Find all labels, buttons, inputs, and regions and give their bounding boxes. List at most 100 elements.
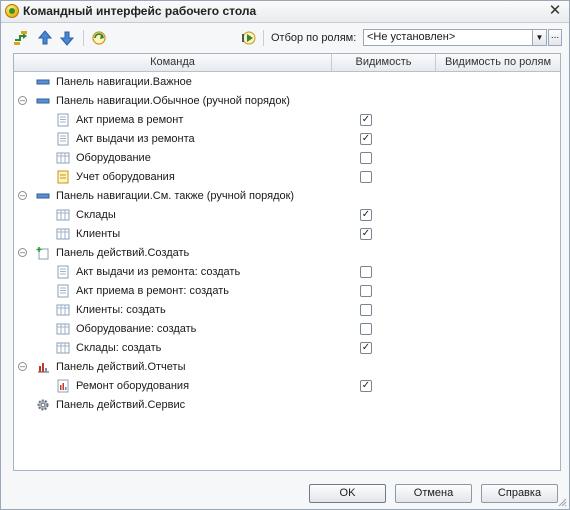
resize-grip-icon[interactable]	[557, 497, 567, 507]
arrow-down-icon	[59, 31, 75, 46]
row-label: Ремонт оборудования	[76, 380, 190, 392]
nav-panel-icon	[36, 94, 50, 108]
run-button[interactable]	[239, 28, 259, 48]
tree-group-row[interactable]: Панель действий.Сервис	[14, 396, 560, 415]
document-icon	[56, 132, 70, 146]
collapse-toggle-icon[interactable]: –	[18, 248, 27, 257]
tree-item-row[interactable]: Акт выдачи из ремонта: создать	[14, 263, 560, 282]
move-down-button[interactable]	[57, 28, 77, 48]
row-label: Панель навигации.Важное	[56, 76, 192, 88]
row-label: Оборудование	[76, 152, 151, 164]
cancel-button[interactable]: Отмена	[395, 484, 472, 503]
visibility-checkbox[interactable]: ✓	[360, 209, 372, 221]
tree-item-row[interactable]: Учет оборудования	[14, 168, 560, 187]
toolbar: Отбор по ролям: <Не установлен> ▼ ...	[5, 25, 565, 51]
visibility-checkbox[interactable]	[360, 304, 372, 316]
row-label: Панель действий.Создать	[56, 247, 190, 259]
register-icon	[56, 170, 70, 184]
tree-item-row[interactable]: Клиенты: создать	[14, 301, 560, 320]
row-label: Панель действий.Отчеты	[56, 361, 186, 373]
tree-item-row[interactable]: Склады: создать ✓	[14, 339, 560, 358]
row-label: Клиенты	[76, 228, 121, 240]
document-icon	[56, 265, 70, 279]
row-label: Акт приема в ремонт: создать	[76, 285, 229, 297]
catalog-icon	[56, 341, 70, 355]
refresh-button[interactable]	[89, 28, 109, 48]
collapse-toggle-icon[interactable]: –	[18, 96, 27, 105]
dialog-window: Командный интерфейс рабочего стола ✕ Отб…	[0, 0, 570, 510]
title-bar: Командный интерфейс рабочего стола ✕	[1, 1, 569, 23]
tree-group-row[interactable]: – Панель действий.Создать	[14, 244, 560, 263]
document-icon	[56, 284, 70, 298]
role-filter-dropdown-button[interactable]: ▼	[533, 29, 547, 46]
visibility-checkbox[interactable]: ✓	[360, 380, 372, 392]
run-icon	[242, 31, 256, 45]
row-label: Панель навигации.См. также (ручной поряд…	[56, 190, 295, 202]
collapse-toggle-icon[interactable]: –	[18, 191, 27, 200]
report-icon	[56, 379, 70, 393]
visibility-checkbox[interactable]	[360, 266, 372, 278]
gear-icon	[36, 398, 50, 412]
move-up-button[interactable]	[35, 28, 55, 48]
document-icon	[56, 113, 70, 127]
column-header-visibility[interactable]: Видимость	[332, 54, 436, 71]
catalog-icon	[56, 322, 70, 336]
tree-item-row[interactable]: Оборудование: создать	[14, 320, 560, 339]
visibility-checkbox[interactable]	[360, 152, 372, 164]
reorder-button[interactable]	[11, 28, 31, 48]
arrow-up-icon	[37, 30, 53, 45]
visibility-checkbox[interactable]: ✓	[360, 133, 372, 145]
catalog-icon	[56, 303, 70, 317]
row-label: Оборудование: создать	[76, 323, 197, 335]
catalog-icon	[56, 151, 70, 165]
row-label: Панель действий.Сервис	[56, 399, 186, 411]
row-label: Панель навигации.Обычное (ручной порядок…	[56, 95, 290, 107]
help-button[interactable]: Справка	[481, 484, 558, 503]
row-label: Клиенты: создать	[76, 304, 166, 316]
create-action-icon	[36, 246, 50, 260]
nav-panel-icon	[36, 189, 50, 203]
tree-item-row[interactable]: Акт выдачи из ремонта ✓	[14, 130, 560, 149]
dialog-footer: OK Отмена Справка	[1, 477, 569, 509]
collapse-toggle-icon[interactable]: –	[18, 362, 27, 371]
window-title: Командный интерфейс рабочего стола	[23, 4, 257, 18]
reorder-icon	[14, 31, 27, 45]
catalog-icon	[56, 227, 70, 241]
table-header: Команда Видимость Видимость по ролям	[14, 54, 560, 72]
toolbar-separator	[83, 30, 84, 46]
row-label: Акт приема в ремонт	[76, 114, 184, 126]
visibility-checkbox[interactable]: ✓	[360, 342, 372, 354]
tree-group-row[interactable]: Панель навигации.Важное	[14, 73, 560, 92]
tree-item-row[interactable]: Склады ✓	[14, 206, 560, 225]
column-header-role-visibility[interactable]: Видимость по ролям	[436, 54, 560, 71]
commands-table: Команда Видимость Видимость по ролям Пан…	[13, 53, 561, 471]
tree-group-row[interactable]: – Панель навигации.См. также (ручной поря…	[14, 187, 560, 206]
row-label: Акт выдачи из ремонта: создать	[76, 266, 241, 278]
close-button[interactable]: ✕	[547, 2, 563, 20]
role-filter-label: Отбор по ролям:	[271, 32, 357, 44]
ok-button[interactable]: OK	[309, 484, 386, 503]
column-header-command[interactable]: Команда	[14, 54, 332, 71]
app-logo-icon	[5, 4, 19, 18]
tree-item-row[interactable]: Ремонт оборудования ✓	[14, 377, 560, 396]
visibility-checkbox[interactable]: ✓	[360, 114, 372, 126]
visibility-checkbox[interactable]	[360, 323, 372, 335]
refresh-icon	[92, 31, 106, 45]
visibility-checkbox[interactable]	[360, 171, 372, 183]
nav-panel-icon	[36, 75, 50, 89]
tree-item-row[interactable]: Оборудование	[14, 149, 560, 168]
visibility-checkbox[interactable]	[360, 285, 372, 297]
row-label: Учет оборудования	[76, 171, 175, 183]
visibility-checkbox[interactable]: ✓	[360, 228, 372, 240]
catalog-icon	[56, 208, 70, 222]
tree-group-row[interactable]: – Панель навигации.Обычное (ручной порядо…	[14, 92, 560, 111]
tree-item-row[interactable]: Акт приема в ремонт: создать	[14, 282, 560, 301]
tree-group-row[interactable]: – Панель действий.Отчеты	[14, 358, 560, 377]
row-label: Склады: создать	[76, 342, 162, 354]
role-filter-select-button[interactable]: ...	[548, 29, 562, 46]
row-label: Акт выдачи из ремонта	[76, 133, 195, 145]
reports-icon	[36, 360, 50, 374]
tree-item-row[interactable]: Клиенты ✓	[14, 225, 560, 244]
role-filter-field[interactable]: <Не установлен>	[363, 29, 533, 46]
tree-item-row[interactable]: Акт приема в ремонт ✓	[14, 111, 560, 130]
